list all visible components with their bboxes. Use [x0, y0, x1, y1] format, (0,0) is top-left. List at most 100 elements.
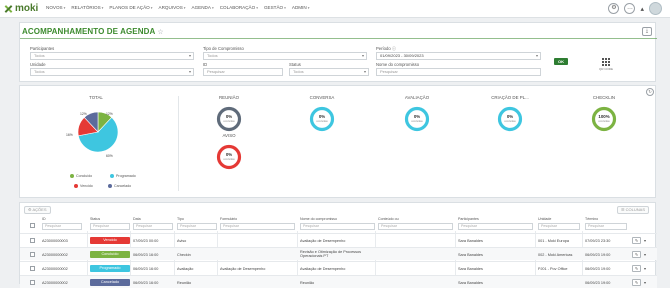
refresh-icon[interactable]: ↻: [646, 88, 654, 96]
edit-icon[interactable]: ✎: [632, 265, 641, 272]
donut-percent: 0%: [225, 152, 233, 157]
row-checkbox[interactable]: [30, 252, 35, 257]
column-header[interactable]: Status: [90, 217, 100, 221]
cell-unidade: 002 - Moki Americas: [538, 252, 573, 257]
pie-slice-label: 60%: [106, 154, 113, 158]
column-header[interactable]: Unidade: [538, 217, 551, 221]
donut-ring: [216, 144, 242, 170]
brand-logo[interactable]: moki: [4, 3, 38, 14]
nav-item-label: GESTÃO: [263, 5, 284, 10]
nav-item[interactable]: COLABORAÇÃO▾: [220, 5, 258, 10]
edit-icon[interactable]: ✎: [632, 279, 641, 286]
status-label: Status: [289, 62, 301, 67]
title-divider: [20, 38, 657, 39]
donut-ring-track: [216, 144, 242, 170]
donut-chart[interactable]: 0% concluídas: [216, 144, 242, 170]
nav-item-label: COLABORAÇÃO: [219, 5, 256, 10]
total-chart-title: TOTAL: [89, 95, 103, 100]
nav-item[interactable]: AGENDA▾: [192, 5, 214, 10]
nome-input[interactable]: Pesquisar: [376, 68, 541, 76]
unidade-select[interactable]: Todos ▾: [30, 68, 194, 76]
legend-item[interactable]: Concluído: [70, 174, 92, 178]
donut-chart[interactable]: 0% concluídas: [216, 106, 242, 132]
edit-icon[interactable]: ✎: [632, 237, 641, 244]
column-filter-input[interactable]: Pesquisar: [585, 223, 627, 230]
export-icon[interactable]: ⤓: [642, 27, 652, 36]
page-title: ACOMPANHAMENTO DE AGENDA ☆: [22, 27, 164, 36]
donut-title: CRIAÇÃO DE PL...: [491, 95, 529, 100]
settings-icon[interactable]: ⚙: [608, 3, 620, 14]
participantes-select[interactable]: Todos ▾: [30, 52, 194, 60]
status-select[interactable]: Todos ▾: [289, 68, 369, 76]
chevron-down-icon[interactable]: ▾: [644, 238, 646, 243]
edit-icon[interactable]: ✎: [632, 251, 641, 258]
column-header[interactable]: Conteúdo ou: [378, 217, 399, 221]
star-outline-icon[interactable]: ☆: [157, 29, 163, 36]
column-header[interactable]: Formulário: [220, 217, 237, 221]
column-header[interactable]: Nome do compromisso: [300, 217, 337, 221]
column-filter-input[interactable]: Pesquisar: [300, 223, 375, 230]
column-header[interactable]: Término: [585, 217, 598, 221]
row-checkbox[interactable]: [30, 266, 35, 271]
cell-form: Avaliação de Desempenho: [220, 266, 266, 271]
table-row[interactable]: A23000000002 Cancelado 06/09/23 16:00 Reuni…: [20, 275, 657, 288]
column-filter-input[interactable]: Pesquisar: [133, 223, 173, 230]
column-filter-input[interactable]: Pesquisar: [90, 223, 130, 230]
table-row[interactable]: A23000000003 Vencido 07/09/23 00:00 Aviso Av…: [20, 233, 657, 246]
tipo-select[interactable]: Todos ▾: [203, 52, 367, 60]
ok-button[interactable]: OK: [554, 58, 568, 65]
chat-icon[interactable]: …: [624, 3, 636, 14]
column-filter-input[interactable]: Pesquisar: [538, 223, 580, 230]
table-row[interactable]: A23000000002 Concluído 06/09/23 16:00 Check…: [20, 247, 657, 260]
nav-item[interactable]: RELATÓRIOS▾: [71, 5, 103, 10]
donut-chart[interactable]: 100% concluídas: [591, 106, 617, 132]
cell-nome: Reunião: [300, 280, 315, 285]
column-filter-input[interactable]: Pesquisar: [177, 223, 217, 230]
donut-chart[interactable]: 0% concluídas: [404, 106, 430, 132]
table-row[interactable]: A23000000002 Programado 06/09/23 16:00 Aval…: [20, 261, 657, 274]
cell-part: Sara Banaldes: [458, 252, 483, 257]
row-checkbox[interactable]: [30, 280, 35, 285]
column-filter-input[interactable]: Pesquisar: [458, 223, 533, 230]
donut-ring: [591, 106, 617, 132]
cell-id: A23000000002: [42, 252, 68, 257]
nav-item-label: RELATÓRIOS: [71, 5, 101, 10]
qr-code-icon[interactable]: [601, 57, 610, 66]
donut-chart[interactable]: 0% concluídas: [309, 106, 335, 132]
chevron-down-icon[interactable]: ▾: [644, 252, 646, 257]
legend-item[interactable]: Vencido: [74, 184, 93, 188]
id-input[interactable]: Pesquisar: [203, 68, 283, 76]
column-filter-input[interactable]: Pesquisar: [42, 223, 82, 230]
row-checkbox[interactable]: [30, 238, 35, 243]
donut-subtitle: concluídas: [223, 120, 235, 123]
column-header[interactable]: Participantes: [458, 217, 479, 221]
chevron-down-icon[interactable]: ▾: [644, 266, 646, 271]
legend-item[interactable]: Programado: [110, 174, 136, 178]
nav-item-label: PLANOS DE AÇÃO: [109, 5, 150, 10]
column-filter-input[interactable]: Pesquisar: [220, 223, 295, 230]
columns-button[interactable]: ☰ COLUNAS: [616, 206, 649, 214]
periodo-input[interactable]: 01/09/2023 - 30/09/2023 ▾: [376, 52, 541, 60]
column-header[interactable]: ID: [42, 217, 46, 221]
filter-icon: ▾: [188, 69, 191, 74]
bell-icon[interactable]: ▴: [640, 5, 644, 13]
nav-item[interactable]: GESTÃO▾: [264, 5, 286, 10]
select-all-checkbox[interactable]: [30, 223, 35, 228]
user-avatar[interactable]: [649, 2, 662, 15]
column-header[interactable]: Data: [133, 217, 141, 221]
donut-chart[interactable]: 0% concluídas: [497, 106, 523, 132]
actions-button[interactable]: ⚙ AÇÕES: [24, 206, 51, 214]
nav-item[interactable]: NOVOS▾: [46, 5, 65, 10]
nome-label: Nome do compromisso: [376, 62, 420, 67]
unidade-label: Unidade: [30, 62, 46, 67]
nav-item[interactable]: ARQUIVOS▾: [159, 5, 186, 10]
legend-dot-icon: [70, 174, 74, 178]
column-filter-input[interactable]: Pesquisar: [378, 223, 453, 230]
nav-item[interactable]: PLANOS DE AÇÃO▾: [109, 5, 152, 10]
donut-title: REUNIÃO: [218, 95, 239, 100]
qr-code-label: QR CODE: [599, 67, 614, 71]
donut-ring: [309, 106, 335, 132]
legend-item[interactable]: Cancelado: [108, 184, 131, 188]
nav-item[interactable]: ADMIN▾: [292, 5, 310, 10]
column-header[interactable]: Tipo: [177, 217, 184, 221]
